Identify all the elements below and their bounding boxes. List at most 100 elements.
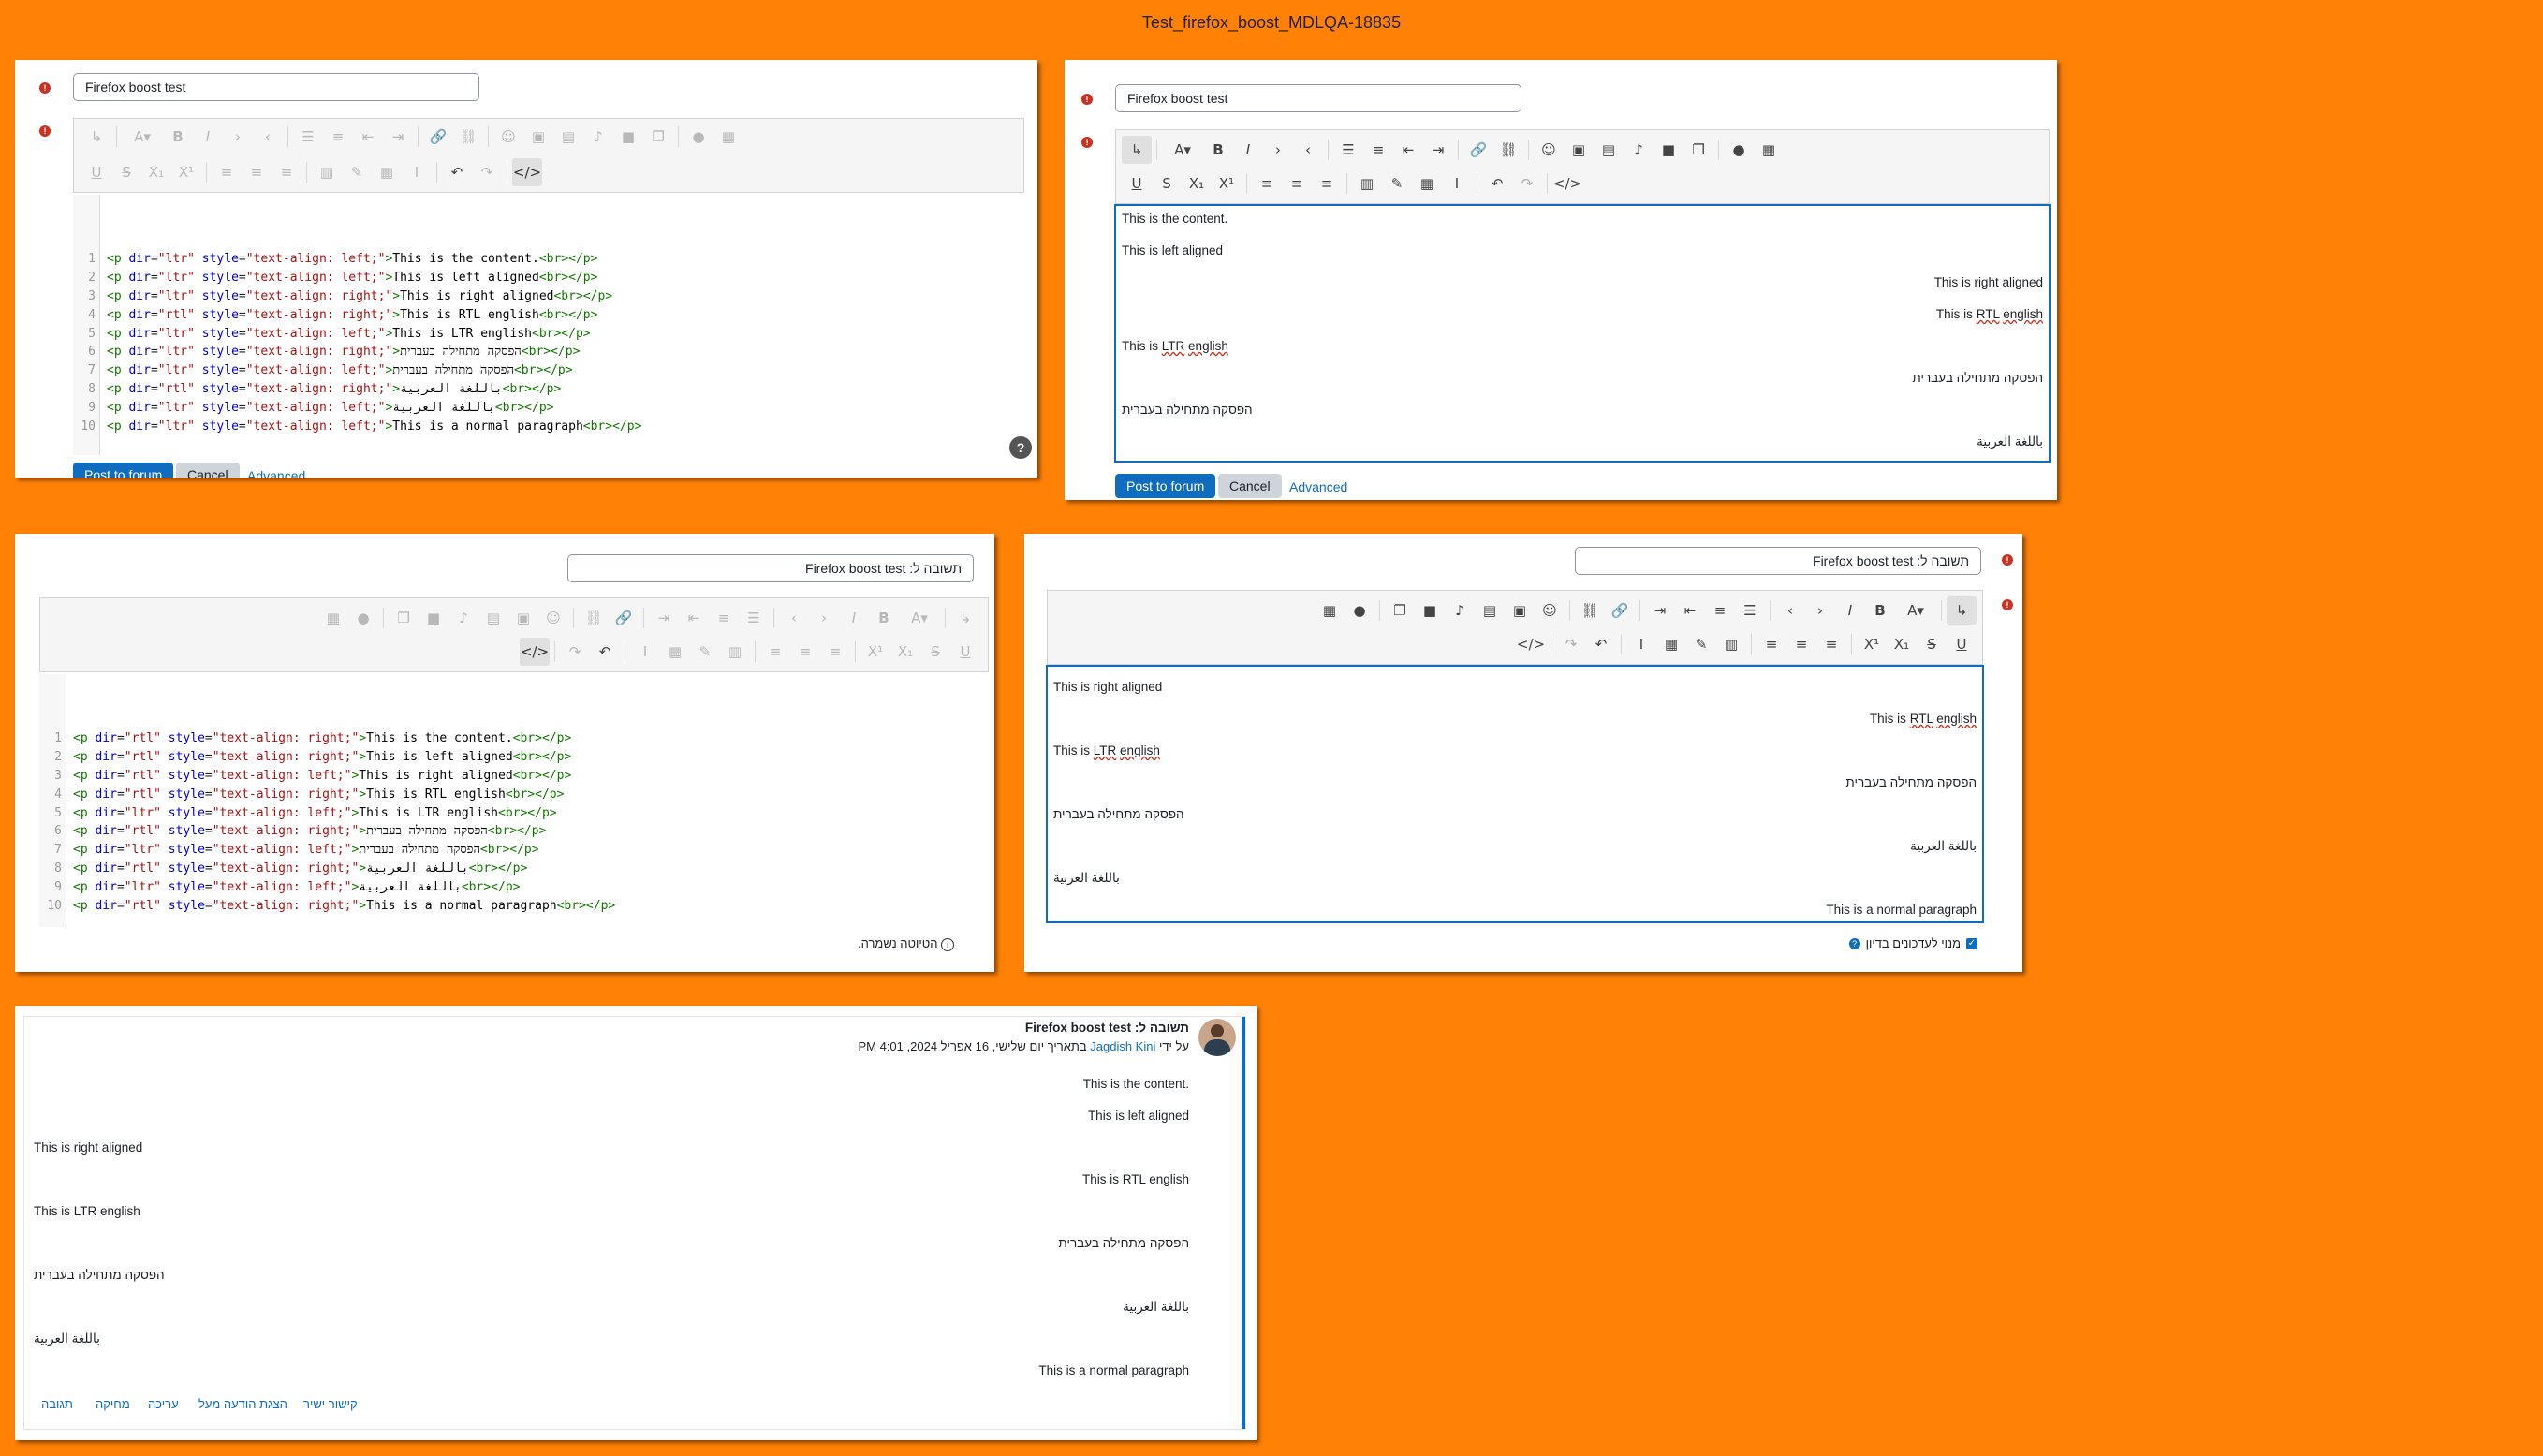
outdent-icon[interactable]: ⇤ [353, 123, 383, 151]
redo-icon[interactable]: ↷ [560, 638, 590, 666]
strikethrough-icon[interactable]: S [1917, 630, 1947, 658]
table-icon[interactable]: ▦ [660, 638, 690, 666]
align-right-icon[interactable]: ≡ [1312, 169, 1342, 198]
manage-files-icon[interactable]: ❐ [1683, 136, 1713, 164]
paragraph-direction-icon[interactable]: ↳ [1947, 596, 1977, 625]
unlink-icon[interactable]: ⛓ [1493, 136, 1523, 164]
link-icon[interactable]: 🔗 [1463, 136, 1493, 164]
rtl-icon[interactable]: ‹ [253, 123, 283, 151]
post-to-forum-button[interactable]: Post to forum [1115, 474, 1216, 498]
bullet-list-icon[interactable]: ☰ [1333, 136, 1363, 164]
indent-icon[interactable]: ⇥ [383, 123, 413, 151]
bullet-list-icon[interactable]: ☰ [293, 123, 323, 151]
record-video-icon[interactable]: ■ [1654, 136, 1683, 164]
underline-icon[interactable]: U [950, 638, 980, 666]
edit-icon[interactable]: ✎ [1382, 169, 1412, 198]
table-icon[interactable]: ▦ [372, 158, 402, 186]
italic-icon[interactable]: I [1233, 136, 1263, 164]
advanced-link[interactable]: Advanced [247, 468, 305, 478]
paragraph-direction-icon[interactable]: ↳ [1122, 136, 1152, 164]
undo-icon[interactable]: ↶ [590, 638, 620, 666]
html-toggle-icon[interactable]: </> [1552, 169, 1582, 198]
image-icon[interactable]: ▣ [523, 123, 553, 151]
strikethrough-icon[interactable]: S [111, 158, 141, 186]
accessibility-icon[interactable]: ● [1724, 136, 1754, 164]
permalink-link[interactable]: קישור ישיר [303, 1397, 358, 1411]
paragraph-direction-icon[interactable]: ↳ [81, 123, 111, 151]
bullet-list-icon[interactable]: ☰ [1735, 596, 1765, 625]
align-left-icon[interactable]: ≡ [820, 638, 850, 666]
align-center-icon[interactable]: ≡ [1786, 630, 1816, 658]
cancel-button[interactable]: Cancel [1218, 474, 1282, 498]
edit-icon[interactable]: ✎ [1686, 630, 1716, 658]
undo-icon[interactable]: ↶ [442, 158, 472, 186]
underline-icon[interactable]: U [81, 158, 111, 186]
media-icon[interactable]: ▤ [1594, 136, 1624, 164]
undo-icon[interactable]: ↶ [1586, 630, 1616, 658]
record-audio-icon[interactable]: ♪ [1624, 136, 1654, 164]
subscript-icon[interactable]: X₁ [141, 158, 171, 186]
ltr-icon[interactable]: › [223, 123, 253, 151]
advanced-link[interactable]: Advanced [1289, 479, 1347, 494]
media-icon[interactable]: ▤ [1475, 596, 1505, 625]
media-icon[interactable]: ▤ [478, 604, 508, 632]
avatar[interactable] [1198, 1019, 1236, 1056]
unlink-icon[interactable]: ⛓ [579, 604, 609, 632]
link-icon[interactable]: 🔗 [423, 123, 453, 151]
superscript-icon[interactable]: X¹ [860, 638, 890, 666]
outdent-icon[interactable]: ⇤ [1675, 596, 1705, 625]
accessibility-icon[interactable]: ● [348, 604, 378, 632]
superscript-icon[interactable]: X¹ [1212, 169, 1242, 198]
underline-icon[interactable]: U [1122, 169, 1152, 198]
record-video-icon[interactable]: ■ [1415, 596, 1445, 625]
image-icon[interactable]: ▣ [1564, 136, 1594, 164]
font-size-icon[interactable]: A▾ [1162, 136, 1203, 164]
accessibility-icon[interactable]: ● [684, 123, 713, 151]
more-tools-icon[interactable]: ▦ [713, 123, 743, 151]
manage-files-icon[interactable]: ❐ [643, 123, 673, 151]
unlink-icon[interactable]: ⛓ [1575, 596, 1605, 625]
subscript-icon[interactable]: X₁ [890, 638, 920, 666]
unlink-icon[interactable]: ⛓ [453, 123, 483, 151]
font-size-icon[interactable]: A▾ [899, 604, 940, 632]
image-icon[interactable]: ▣ [508, 604, 538, 632]
record-video-icon[interactable]: ■ [419, 604, 448, 632]
post-to-forum-button[interactable]: Post to forum [73, 463, 174, 478]
redo-icon[interactable]: ↷ [472, 158, 502, 186]
align-center-icon[interactable]: ≡ [242, 158, 272, 186]
wysiwyg-editor[interactable]: This is the content. This is left aligne… [1114, 204, 2051, 463]
rtl-icon[interactable]: ‹ [1775, 596, 1805, 625]
html-toggle-icon[interactable]: </> [512, 158, 542, 186]
rtl-icon[interactable]: ‹ [779, 604, 809, 632]
indent-icon[interactable]: ⇥ [649, 604, 679, 632]
redo-icon[interactable]: ↷ [1512, 169, 1542, 198]
subject-input[interactable]: תשובה ל: Firefox boost test [567, 554, 974, 582]
more-tools-icon[interactable]: ▦ [1315, 596, 1345, 625]
numbered-list-icon[interactable]: ≡ [709, 604, 739, 632]
bold-icon[interactable]: B [1865, 596, 1895, 625]
emoji-icon[interactable]: ☺ [1535, 596, 1565, 625]
clear-formatting-icon[interactable]: I [1626, 630, 1656, 658]
italic-icon[interactable]: I [193, 123, 223, 151]
align-left-icon[interactable]: ≡ [1816, 630, 1846, 658]
bold-icon[interactable]: B [869, 604, 899, 632]
bold-icon[interactable]: B [163, 123, 193, 151]
html-toggle-icon[interactable]: </> [1516, 630, 1546, 658]
edit-link[interactable]: עריכה [148, 1397, 179, 1411]
wysiwyg-editor[interactable]: This is right aligned This is RTL englis… [1046, 665, 1984, 923]
align-right-icon[interactable]: ≡ [272, 158, 301, 186]
indent-icon[interactable]: ⇥ [1423, 136, 1453, 164]
strikethrough-icon[interactable]: S [1152, 169, 1182, 198]
subscribe-checkbox[interactable]: ✓ [1966, 937, 1977, 949]
indent-icon[interactable]: ⇥ [1645, 596, 1675, 625]
html-toggle-icon[interactable]: </> [520, 638, 550, 666]
align-center-icon[interactable]: ≡ [1282, 169, 1312, 198]
paragraph-direction-icon[interactable]: ↳ [950, 604, 980, 632]
html-source-editor[interactable]: 1 <p dir="rtl" style="text-align: right;"… [39, 674, 989, 927]
align-left-icon[interactable]: ≡ [1252, 169, 1282, 198]
emoji-icon[interactable]: ☺ [538, 604, 568, 632]
record-audio-icon[interactable]: ♪ [448, 604, 478, 632]
help-icon[interactable]: ? [1009, 436, 1032, 459]
subscript-icon[interactable]: X₁ [1887, 630, 1917, 658]
table-icon[interactable]: ▦ [1656, 630, 1686, 658]
